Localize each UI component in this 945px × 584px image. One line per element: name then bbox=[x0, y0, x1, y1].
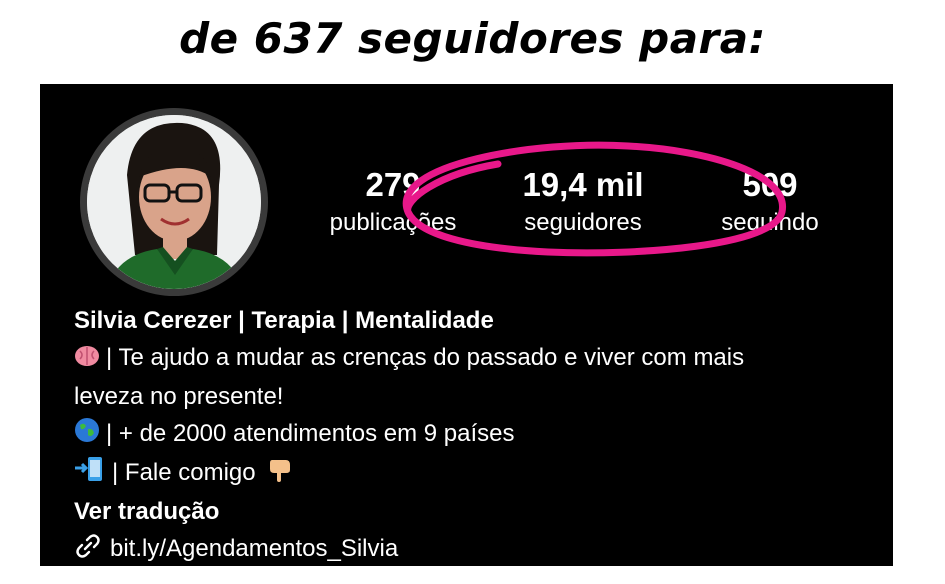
bio-text-4: | Fale comigo bbox=[112, 459, 256, 486]
link-icon bbox=[74, 532, 102, 566]
translate-link[interactable]: Ver tradução bbox=[74, 493, 874, 530]
globe-icon bbox=[74, 417, 100, 454]
stat-publications[interactable]: 279 publicações bbox=[318, 166, 468, 238]
bio-line-3: | + de 2000 atendimentos em 9 países bbox=[74, 415, 874, 454]
profile-bio: Silvia Cerezer | Terapia | Mentalidade |… bbox=[74, 302, 874, 566]
bio-text-3: | + de 2000 atendimentos em 9 países bbox=[106, 420, 515, 447]
profile-panel: 279 publicações 19,4 mil seguidores 509 … bbox=[40, 84, 893, 566]
bio-line-2: leveza no presente! bbox=[74, 378, 874, 415]
headline: de 637 seguidores para: bbox=[179, 14, 766, 63]
publications-count: 279 bbox=[365, 166, 421, 203]
stat-followers[interactable]: 19,4 mil seguidores bbox=[508, 166, 658, 238]
publications-label: publicações bbox=[329, 209, 457, 236]
bio-line-1: | Te ajudo a mudar as crenças do passado… bbox=[74, 339, 874, 378]
bio-text-1: | Te ajudo a mudar as crenças do passado… bbox=[106, 344, 745, 371]
followers-count: 19,4 mil bbox=[522, 166, 644, 203]
website-link[interactable]: bit.ly/Agendamentos_Silvia bbox=[74, 530, 874, 566]
phone-arrow-icon bbox=[74, 456, 106, 493]
website-url: bit.ly/Agendamentos_Silvia bbox=[110, 535, 399, 562]
pointing-down-icon bbox=[268, 456, 292, 493]
followers-label: seguidores bbox=[524, 209, 642, 236]
following-label: seguindo bbox=[721, 209, 819, 236]
avatar[interactable] bbox=[87, 115, 261, 289]
avatar-photo bbox=[87, 115, 261, 289]
profile-name: Silvia Cerezer | Terapia | Mentalidade bbox=[74, 307, 494, 334]
following-count: 509 bbox=[742, 166, 798, 203]
stat-following[interactable]: 509 seguindo bbox=[705, 166, 835, 238]
brain-icon bbox=[74, 341, 100, 378]
bio-line-4: | Fale comigo bbox=[74, 454, 874, 493]
bio-text-2: leveza no presente! bbox=[74, 383, 284, 410]
